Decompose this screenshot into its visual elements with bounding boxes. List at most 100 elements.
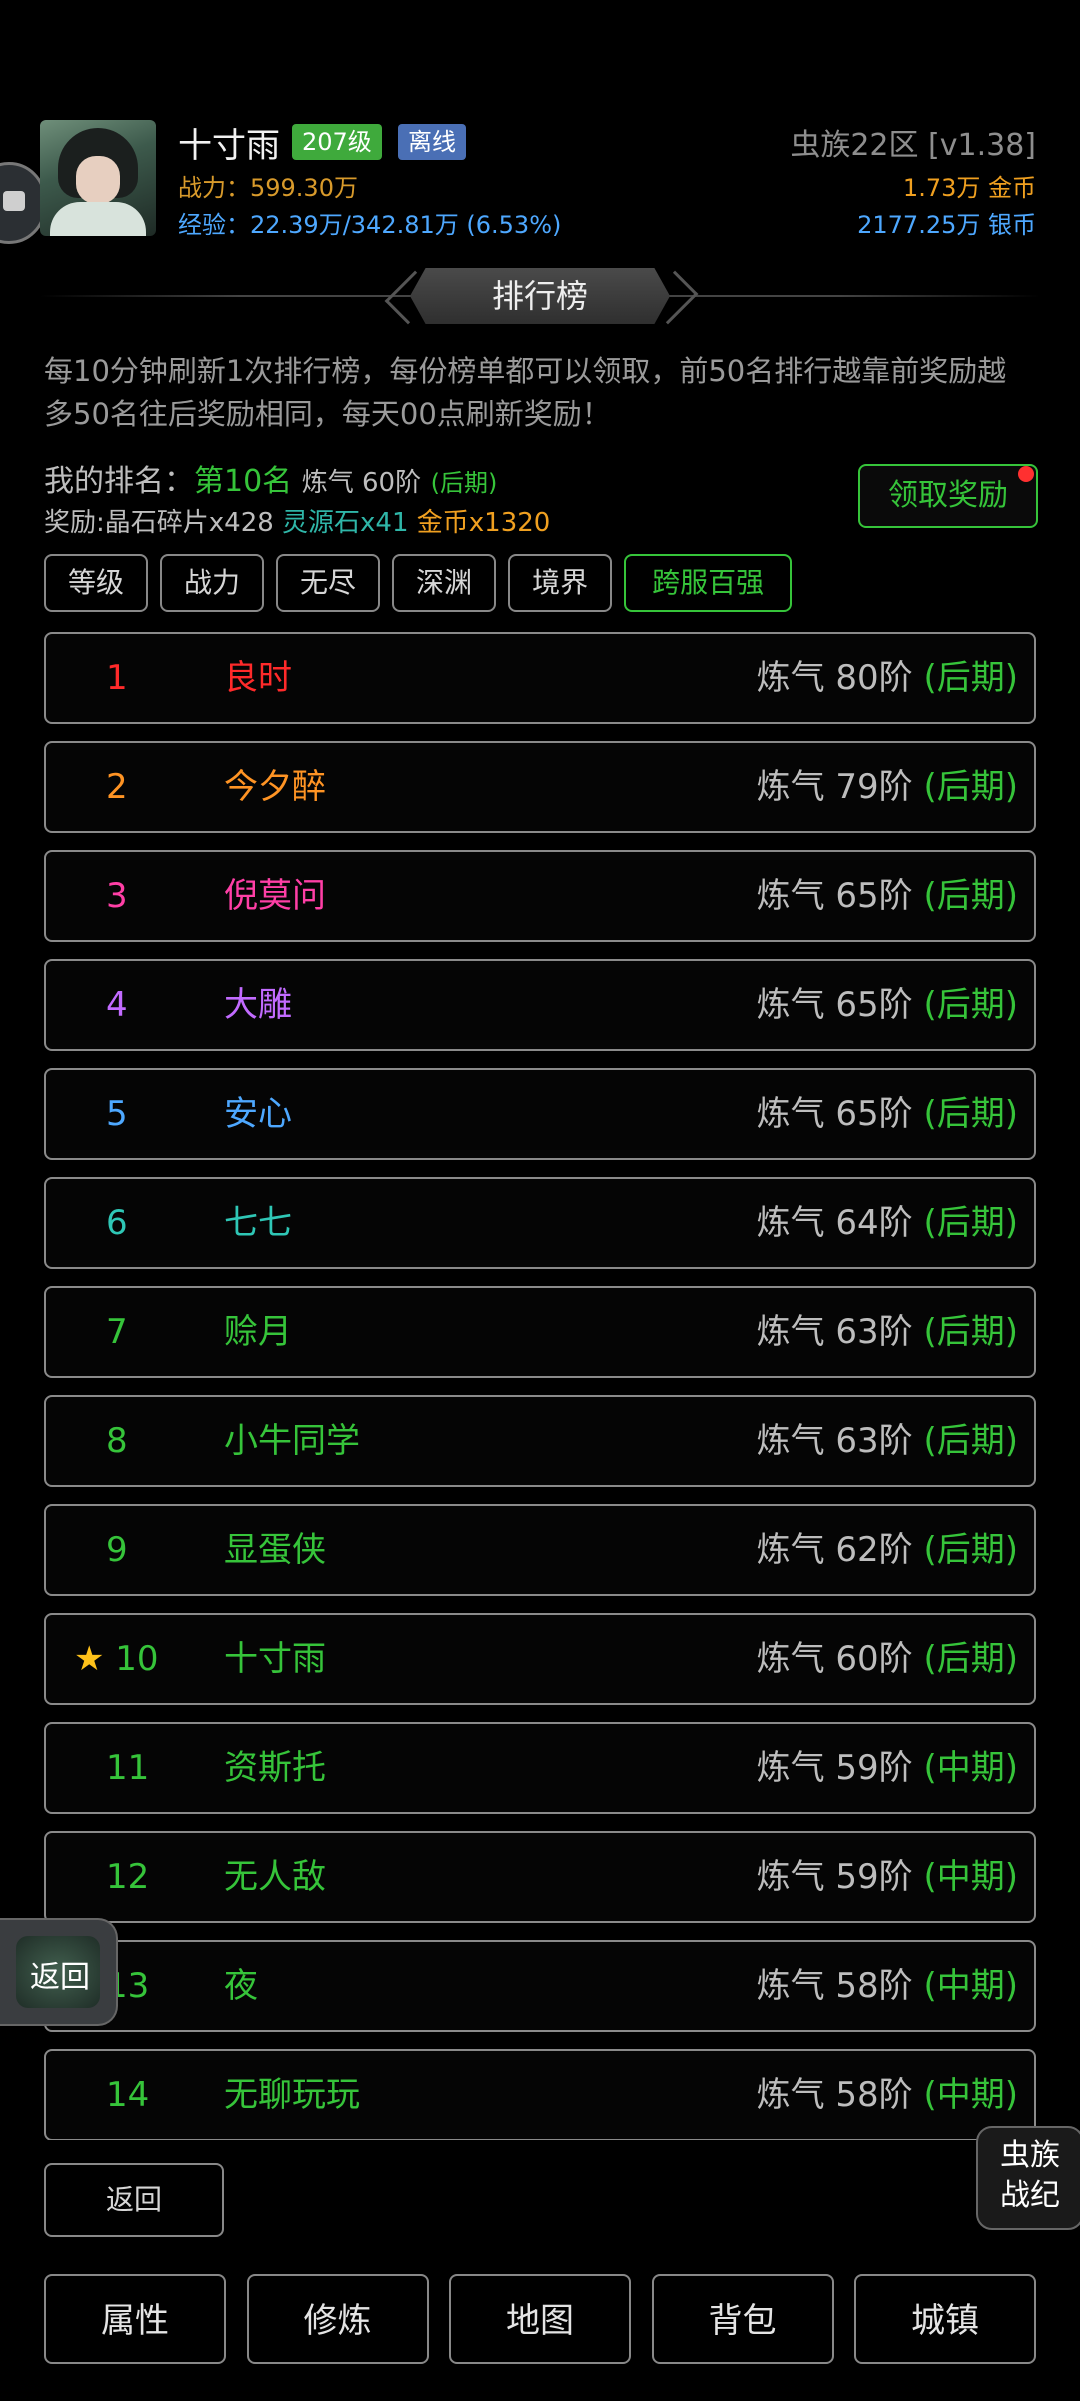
player-name-cell: 资斯托 [224, 1748, 326, 1788]
level-text: 炼气 58阶 [756, 1966, 913, 2006]
logo-line-1: 虫族 [1000, 2138, 1060, 2173]
table-row[interactable]: 14 无聊玩玩 炼气 58阶 (中期) [44, 2049, 1036, 2140]
level-cell: 炼气 58阶 (中期) [757, 2051, 1018, 2139]
level-text: 炼气 63阶 [756, 1421, 913, 1461]
stage-text: (中期) [923, 2075, 1018, 2115]
nav-item-2[interactable]: 地图 [449, 2274, 631, 2364]
rank-number: ★ 10 [74, 1615, 224, 1703]
table-row[interactable]: 12 无人敌 炼气 59阶 (中期) [44, 1831, 1036, 1923]
nav-item-4[interactable]: 城镇 [854, 2274, 1036, 2364]
level-cell: 炼气 59阶 (中期) [757, 1724, 1018, 1812]
gold-text: 1.73万 金币 [902, 174, 1036, 202]
level-text: 炼气 65阶 [756, 876, 913, 916]
reward-label: 奖励:晶石碎片x428 [44, 508, 274, 538]
floating-back-button[interactable]: 返回 [0, 1918, 118, 2026]
level-text: 炼气 63阶 [756, 1312, 913, 1352]
player-name-cell: 赊月 [224, 1312, 292, 1352]
logo-line-2: 战纪 [1000, 2178, 1060, 2213]
avatar[interactable] [40, 120, 156, 236]
player-name-cell: 小牛同学 [224, 1421, 360, 1461]
player-name-cell: 无聊玩玩 [224, 2075, 360, 2115]
ranking-list[interactable]: 1 良时 炼气 80阶 (后期) 2 今夕醉 炼气 79阶 (后期) 3 倪莫问 炼气 65阶 … [44, 632, 1036, 2140]
star-icon: ★ [74, 1639, 116, 1679]
stage-text: (后期) [923, 658, 1018, 698]
stage-text: (后期) [923, 1203, 1018, 1243]
level-cell: 炼气 80阶 (后期) [757, 634, 1018, 722]
level-badge: 207级 [292, 124, 382, 160]
table-row[interactable]: 4 大雕 炼气 65阶 (后期) [44, 959, 1036, 1051]
level-cell: 炼气 58阶 (中期) [757, 1942, 1018, 2030]
table-row[interactable]: 9 显蛋侠 炼气 62阶 (后期) [44, 1504, 1036, 1596]
claim-reward-button[interactable]: 领取奖励 [858, 464, 1038, 528]
table-row[interactable]: 11 资斯托 炼气 59阶 (中期) [44, 1722, 1036, 1814]
exp-text: 经验：22.39万/342.81万 (6.53%) [178, 211, 562, 239]
player-name-cell: 十寸雨 [224, 1639, 326, 1679]
player-name-cell: 今夕醉 [224, 767, 326, 807]
stage-text: (后期) [923, 767, 1018, 807]
stage-text: (后期) [923, 985, 1018, 1025]
level-cell: 炼气 63阶 (后期) [757, 1397, 1018, 1485]
level-text: 炼气 79阶 [756, 767, 913, 807]
level-text: 炼气 60阶 [756, 1639, 913, 1679]
stage-text: (后期) [923, 1639, 1018, 1679]
reward-gold: 金币x1320 [416, 508, 551, 538]
level-cell: 炼气 63阶 (后期) [757, 1288, 1018, 1376]
table-row[interactable]: 6 七七 炼气 64阶 (后期) [44, 1177, 1036, 1269]
player-name: 十寸雨 [178, 126, 280, 166]
stage-text: (后期) [923, 876, 1018, 916]
level-text: 炼气 59阶 [756, 1857, 913, 1897]
nav-item-0[interactable]: 属性 [44, 2274, 226, 2364]
bottom-nav: 属性 修炼 地图 背包 城镇 [44, 2274, 1036, 2364]
table-row[interactable]: 8 小牛同学 炼气 63阶 (后期) [44, 1395, 1036, 1487]
level-text: 炼气 58阶 [756, 2075, 913, 2115]
server-text: 虫族22区 [v1.38] [790, 128, 1036, 163]
page-title: 排行榜 [410, 268, 670, 324]
my-rank-label: 我的排名： [44, 464, 194, 499]
description-text: 每10分钟刷新1次排行榜，每份榜单都可以领取，前50名排行越靠前奖励越多50名往… [44, 354, 1007, 431]
my-rank-stage: (后期) [430, 469, 498, 497]
table-row[interactable]: 2 今夕醉 炼气 79阶 (后期) [44, 741, 1036, 833]
level-text: 炼气 64阶 [756, 1203, 913, 1243]
tab-1[interactable]: 战力 [160, 554, 265, 612]
player-name-cell: 安心 [224, 1094, 292, 1134]
tab-0[interactable]: 等级 [44, 554, 149, 612]
table-row[interactable]: 7 赊月 炼气 63阶 (后期) [44, 1286, 1036, 1378]
power-text: 战力：599.30万 [178, 174, 358, 202]
level-cell: 炼气 79阶 (后期) [757, 743, 1018, 831]
back-button[interactable]: 返回 [44, 2163, 224, 2237]
level-cell: 炼气 62阶 (后期) [757, 1506, 1018, 1594]
level-text: 炼气 65阶 [756, 1094, 913, 1134]
tab-4[interactable]: 境界 [508, 554, 613, 612]
my-rank-level: 炼气 60阶 [301, 468, 422, 498]
tab-5[interactable]: 跨服百强 [624, 554, 793, 612]
silver-text: 2177.25万 银币 [857, 211, 1036, 239]
nav-item-3[interactable]: 背包 [651, 2274, 834, 2364]
my-rank-value: 第10名 [194, 464, 293, 499]
game-logo[interactable]: 虫族 战纪 [976, 2126, 1080, 2230]
table-row[interactable]: 5 安心 炼气 65阶 (后期) [44, 1068, 1036, 1160]
player-name-cell: 显蛋侠 [224, 1530, 326, 1570]
level-cell: 炼气 64阶 (后期) [757, 1179, 1018, 1267]
player-name-cell: 大雕 [224, 985, 292, 1025]
level-cell: 炼气 65阶 (后期) [757, 852, 1018, 940]
table-row[interactable]: 3 倪莫问 炼气 65阶 (后期) [44, 850, 1036, 942]
player-name-cell: 良时 [224, 658, 292, 698]
table-row[interactable]: ★ 10 十寸雨 炼气 60阶 (后期) [44, 1613, 1036, 1705]
level-cell: 炼气 59阶 (中期) [757, 1833, 1018, 1921]
reward-spirit-stone: 灵源石x41 [282, 508, 409, 538]
table-row[interactable]: 13 夜炼气 58阶 (中期) [44, 1940, 1036, 2032]
stage-text: (中期) [923, 1857, 1018, 1897]
tab-2[interactable]: 无尽 [276, 554, 381, 612]
player-name-cell: 倪莫问 [224, 876, 326, 916]
tab-3[interactable]: 深渊 [392, 554, 497, 612]
chat-icon [3, 191, 25, 211]
level-cell: 炼气 65阶 (后期) [757, 1070, 1018, 1158]
table-row[interactable]: 1 良时 炼气 80阶 (后期) [44, 632, 1036, 724]
level-cell: 炼气 60阶 (后期) [757, 1615, 1018, 1703]
stage-text: (后期) [923, 1530, 1018, 1570]
level-cell: 炼气 65阶 (后期) [757, 961, 1018, 1049]
stage-text: (中期) [923, 1966, 1018, 2006]
floating-back-label: 返回 [30, 1960, 90, 1995]
nav-item-1[interactable]: 修炼 [246, 2274, 429, 2364]
player-name-cell: 无人敌 [224, 1857, 326, 1897]
